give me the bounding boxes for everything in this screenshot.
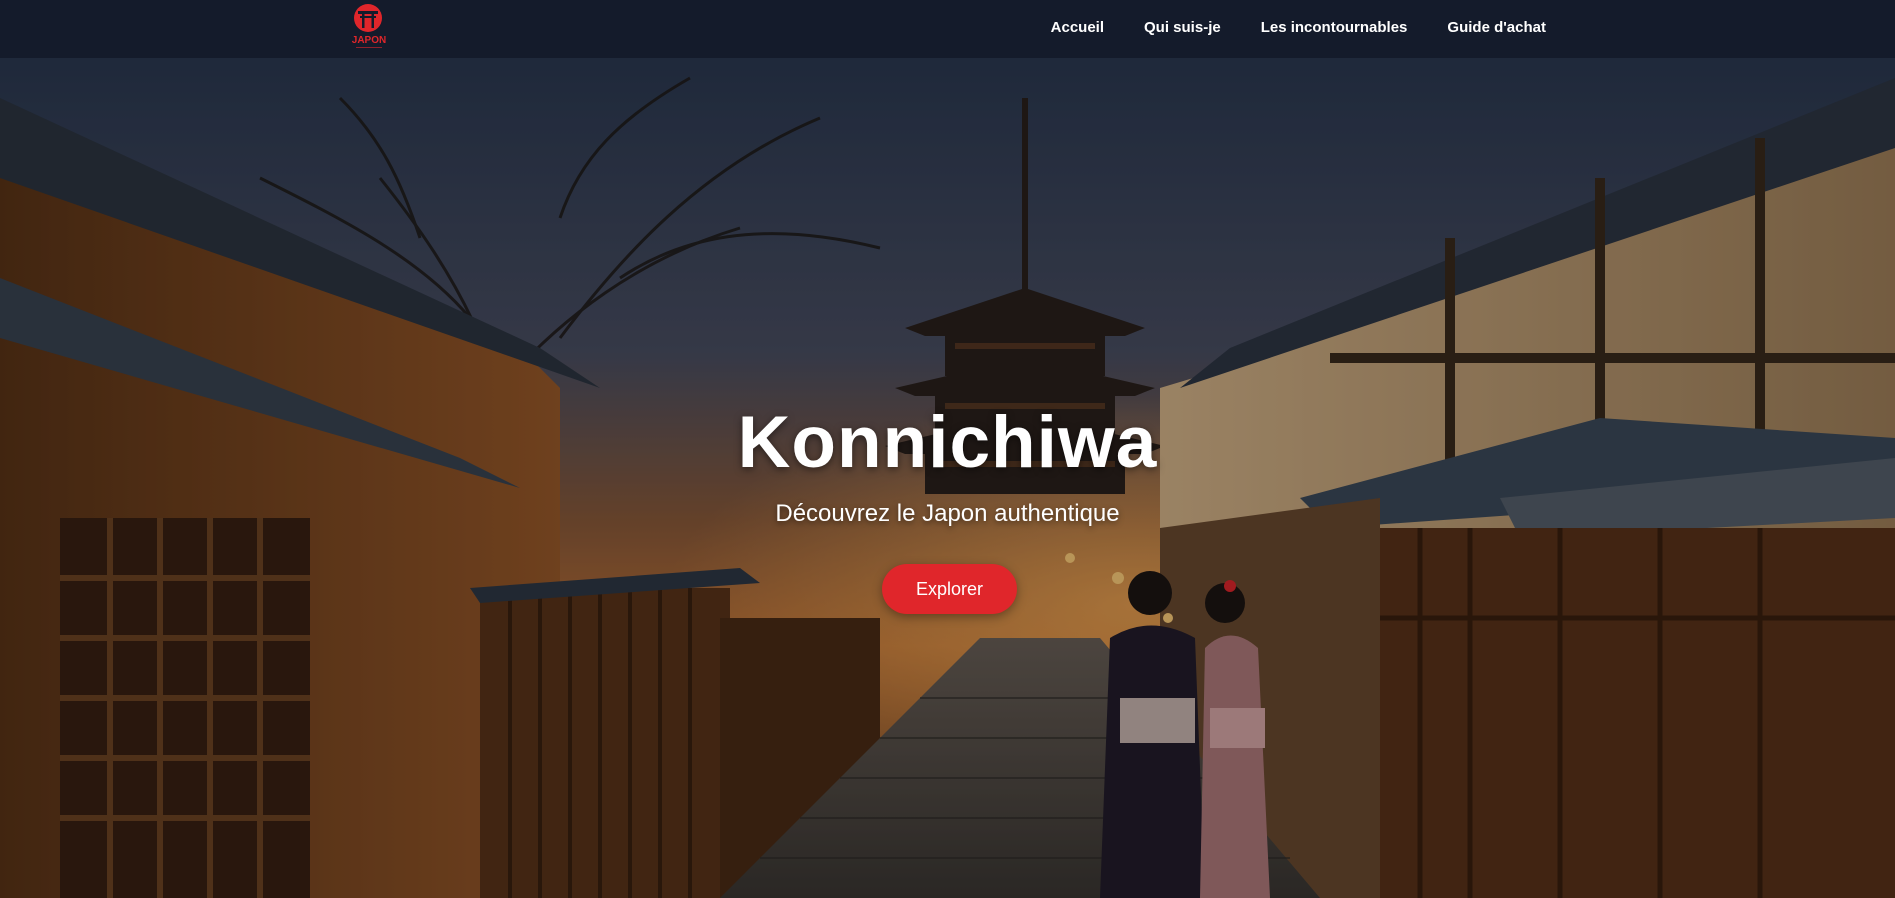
nav-item-accueil[interactable]: Accueil [1051,19,1104,36]
top-navbar: JAPON Accueil Qui suis-je Les incontourn… [0,0,1895,58]
site-logo[interactable]: JAPON [350,2,398,54]
hero-title: Konnichiwa [737,402,1158,483]
nav-item-incontournables[interactable]: Les incontournables [1261,19,1408,36]
svg-text:JAPON: JAPON [352,35,386,46]
torii-gate-logo-icon: JAPON [352,4,386,48]
hero-section: Konnichiwa Découvrez le Japon authentiqu… [0,58,1895,898]
main-nav: Accueil Qui suis-je Les incontournables … [1051,0,1546,54]
hero-subtitle: Découvrez le Japon authentique [775,500,1120,527]
explorer-button[interactable]: Explorer [882,564,1017,614]
nav-item-qui-suis-je[interactable]: Qui suis-je [1144,19,1221,36]
nav-item-guide-achat[interactable]: Guide d'achat [1447,19,1546,36]
